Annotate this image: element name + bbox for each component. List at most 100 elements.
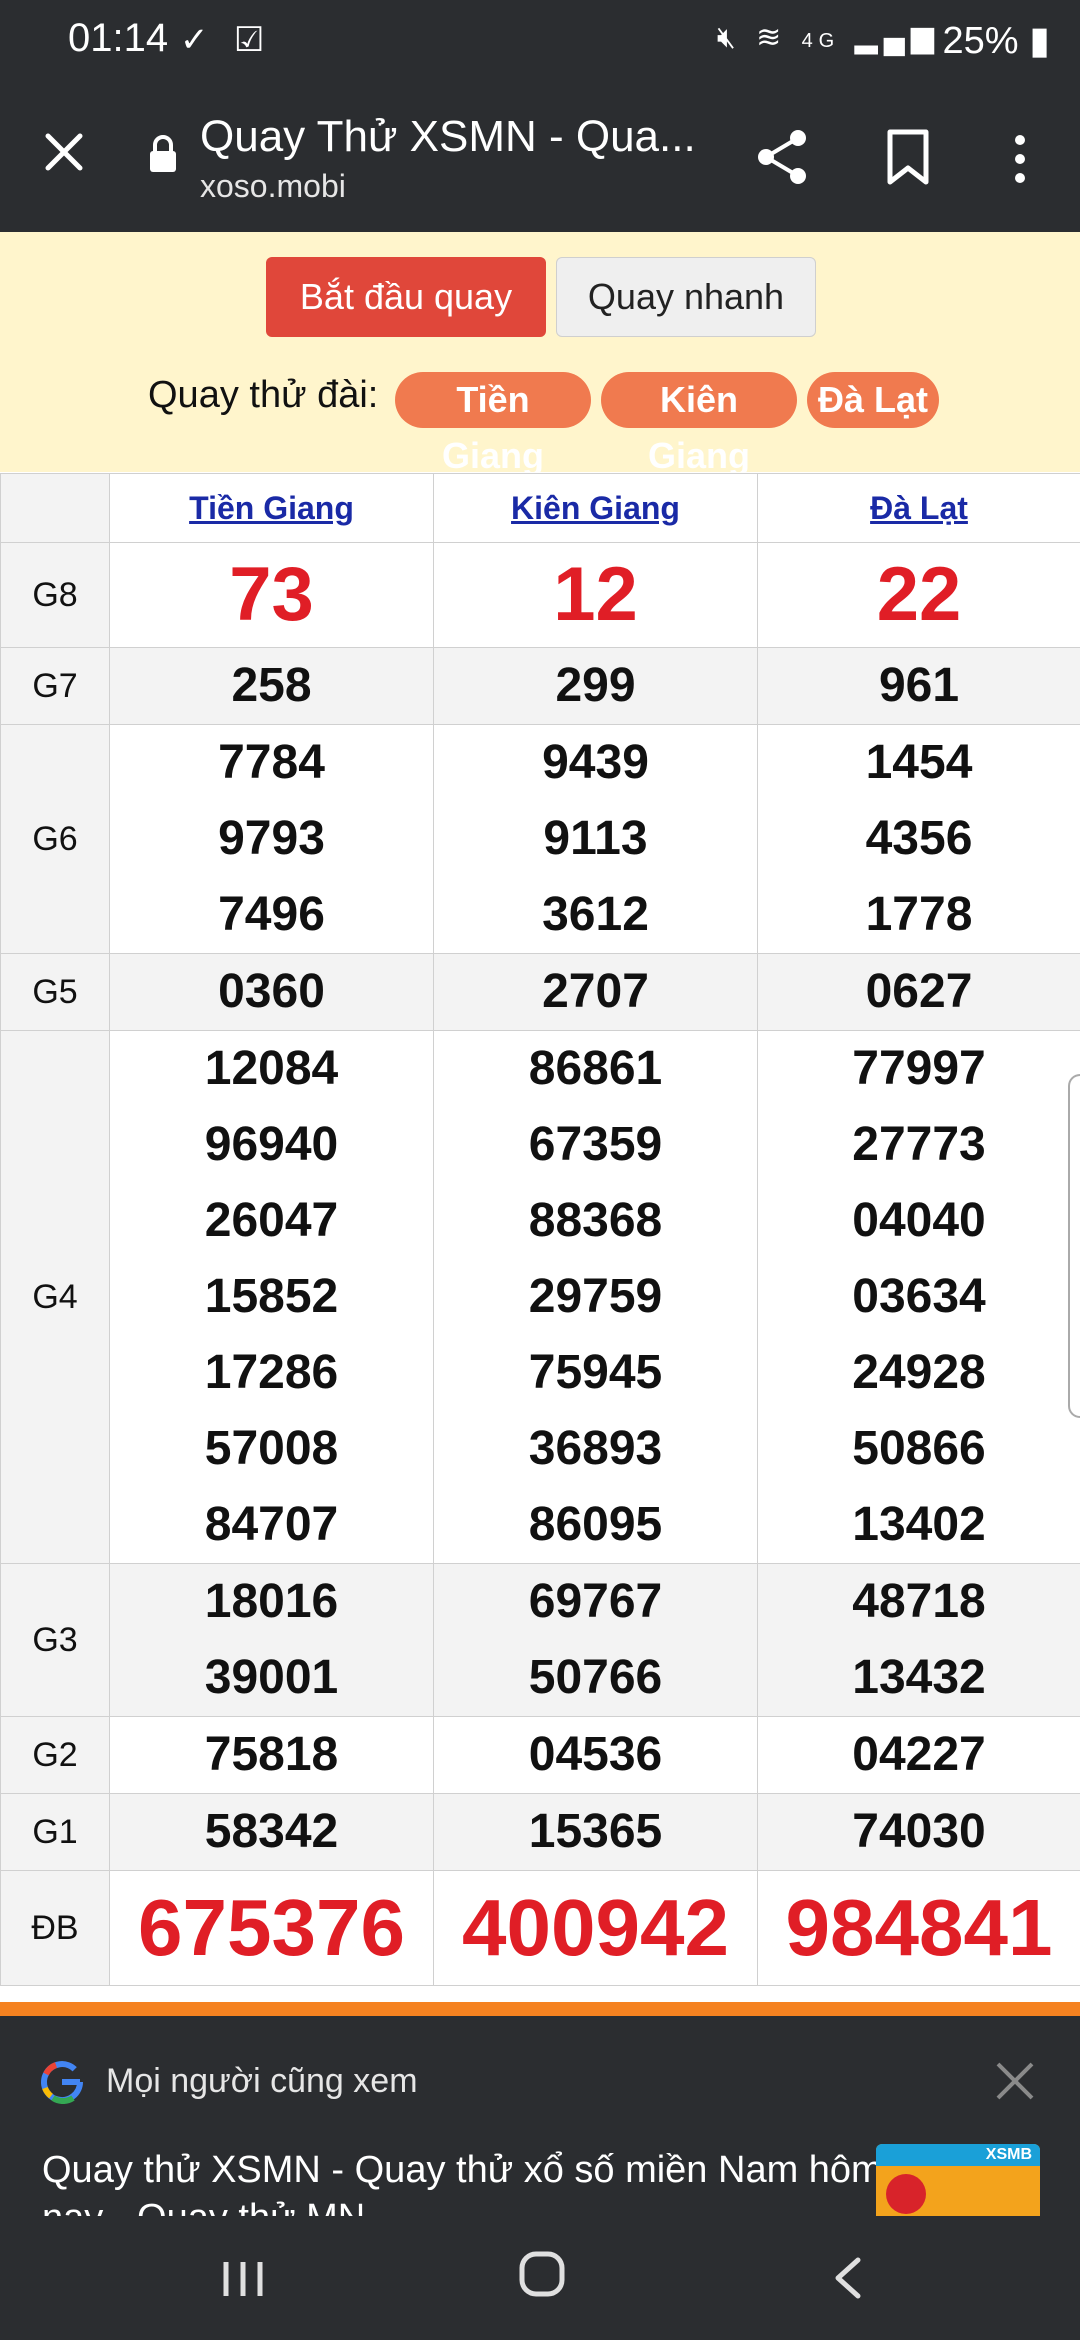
prize-number: 7496 [218, 888, 325, 941]
close-icon[interactable] [36, 124, 92, 180]
prize-cell: 15365 [433, 1793, 758, 1871]
prize-number: 15365 [528, 1805, 663, 1858]
prize-number: 04227 [852, 1728, 986, 1781]
lock-icon [150, 135, 176, 172]
home-icon[interactable] [518, 2250, 566, 2298]
province-link[interactable]: Tiền Giang [189, 490, 354, 526]
prize-cell: 77997 27773 04040 03634 24928 50866 13402 [757, 1030, 1080, 1564]
prize-number: 50766 [528, 1651, 663, 1704]
prize-number: 86095 [528, 1498, 663, 1551]
prize-number: 88368 [528, 1194, 663, 1247]
control-panel: Bắt đầu quay Quay nhanh Quay thử đài: Ti… [0, 232, 1080, 476]
system-nav-bar [0, 2216, 1080, 2340]
prize-cell: 0627 [757, 953, 1080, 1031]
prize-number: 58342 [204, 1805, 339, 1858]
prize-number: 75818 [204, 1728, 339, 1781]
station-pill-kien-giang[interactable]: Kiên Giang [601, 372, 797, 476]
prize-cell: 258 [109, 647, 434, 725]
prize-label: G2 [0, 1716, 110, 1794]
orange-divider [0, 2002, 1080, 2016]
prize-number: 57008 [204, 1422, 339, 1475]
prize-cell: 400942 [433, 1870, 758, 1986]
bookmark-icon[interactable] [880, 128, 936, 186]
prize-number: 77997 [852, 1042, 986, 1095]
prize-number: 675376 [138, 1883, 405, 1972]
prize-number: 96940 [204, 1118, 339, 1171]
prize-row-g8: G8 73 12 22 [0, 542, 1080, 648]
prize-number: 86861 [528, 1042, 663, 1095]
prize-cell: 2707 [433, 953, 758, 1031]
browser-toolbar: Quay Thử XSMN - Qua... xoso.mobi [0, 84, 1080, 232]
prize-label: G5 [0, 953, 110, 1031]
battery-icon: ▮ [1029, 20, 1050, 62]
prize-row-g2: G2 75818 04536 04227 [0, 1716, 1080, 1794]
close-icon[interactable] [990, 2056, 1040, 2106]
table-header-row: Tiền Giang Kiên Giang Đà Lạt [0, 473, 1080, 543]
prize-number: 04536 [528, 1728, 663, 1781]
quick-spin-button[interactable]: Quay nhanh [556, 257, 816, 337]
signal-icons: 🔇︎ ≋ 4G ▂▄▆ [717, 20, 940, 55]
thumbnail-label: XSMB [985, 2146, 1032, 2163]
prize-number: 9113 [543, 812, 648, 865]
status-bar: 01:14 ✓ ☑ 🔇︎ ≋ 4G ▂▄▆ 25% ▮ [0, 0, 1080, 84]
header-da-lat: Đà Lạt [757, 473, 1080, 543]
prize-number: 18016 [204, 1575, 339, 1628]
prize-cell: 04227 [757, 1716, 1080, 1794]
prize-number: 299 [555, 659, 636, 712]
prize-cell: 961 [757, 647, 1080, 725]
prize-row-g5: G5 0360 2707 0627 [0, 953, 1080, 1031]
prize-number: 1454 [865, 736, 973, 789]
prize-number: 9793 [218, 812, 325, 865]
battery-indicator: 25% ▮ [942, 18, 1050, 63]
related-article-thumbnail[interactable]: XSMB [876, 2144, 1040, 2216]
station-label: Quay thử đài: [148, 374, 379, 416]
prize-rows: G8 73 12 22 G7 258 299 961 G6 7784 9793 7496 9439 911… [0, 542, 1080, 1986]
related-article-title[interactable]: Quay thử XSMN - Quay thử xổ số miền Nam … [42, 2146, 902, 2216]
prize-number: 961 [878, 659, 960, 712]
prize-number: 50866 [852, 1422, 986, 1475]
prize-number: 0360 [218, 965, 325, 1018]
page-domain[interactable]: xoso.mobi [200, 168, 346, 205]
results-table: Tiền Giang Kiên Giang Đà Lạt G8 73 12 22 G7 2… [0, 473, 1080, 1986]
prize-cell: 04536 [433, 1716, 758, 1794]
province-link[interactable]: Kiên Giang [511, 490, 680, 526]
prize-label: G8 [0, 542, 110, 648]
page-title[interactable]: Quay Thử XSMN - Qua... [200, 112, 696, 162]
mute-icon: 🔇︎ [716, 21, 742, 54]
station-pill-da-lat[interactable]: Đà Lạt [807, 372, 939, 428]
province-link[interactable]: Đà Lạt [870, 490, 968, 526]
scroll-indicator[interactable] [1068, 1074, 1080, 1418]
prize-number: 67359 [528, 1118, 663, 1171]
back-icon[interactable] [826, 2254, 870, 2302]
prize-number: 400942 [462, 1883, 729, 1972]
prize-cell: 86861 67359 88368 29759 75945 36893 86095 [433, 1030, 758, 1564]
signal-icon: ▂▄▆ [854, 21, 940, 54]
prize-number: 03634 [852, 1270, 986, 1323]
prize-cell: 58342 [109, 1793, 434, 1871]
prize-cell: 18016 39001 [109, 1563, 434, 1717]
prize-row-g4: G4 12084 96940 26047 15852 17286 57008 84707 868… [0, 1030, 1080, 1564]
prize-number: 9439 [542, 736, 649, 789]
prize-row-g6: G6 7784 9793 7496 9439 9113 3612 1454 4356 1778 [0, 724, 1080, 954]
prize-cell: 0360 [109, 953, 434, 1031]
prize-row-db: ĐB 675376 400942 984841 [0, 1870, 1080, 1986]
recent-apps-icon[interactable] [218, 2258, 268, 2300]
notification-icons: ✓ ☑ [180, 21, 273, 59]
network-type: 4G [801, 30, 841, 52]
prize-number: 27773 [852, 1118, 986, 1171]
prize-number: 4356 [865, 812, 973, 865]
station-pill-tien-giang[interactable]: Tiền Giang [395, 372, 591, 476]
prize-cell: 75818 [109, 1716, 434, 1794]
prize-label: G6 [0, 724, 110, 954]
prize-number: 984841 [785, 1883, 1053, 1972]
prize-label: ĐB [0, 1870, 110, 1986]
header-corner [0, 473, 110, 543]
prize-number: 17286 [204, 1346, 339, 1399]
start-spin-button[interactable]: Bắt đầu quay [266, 257, 546, 337]
prize-number: 39001 [204, 1651, 339, 1704]
more-menu-icon[interactable] [1000, 130, 1040, 188]
share-icon[interactable] [752, 126, 814, 188]
prize-row-g7: G7 258 299 961 [0, 647, 1080, 725]
prize-cell: 22 [757, 542, 1080, 648]
prize-cell: 1454 4356 1778 [757, 724, 1080, 954]
